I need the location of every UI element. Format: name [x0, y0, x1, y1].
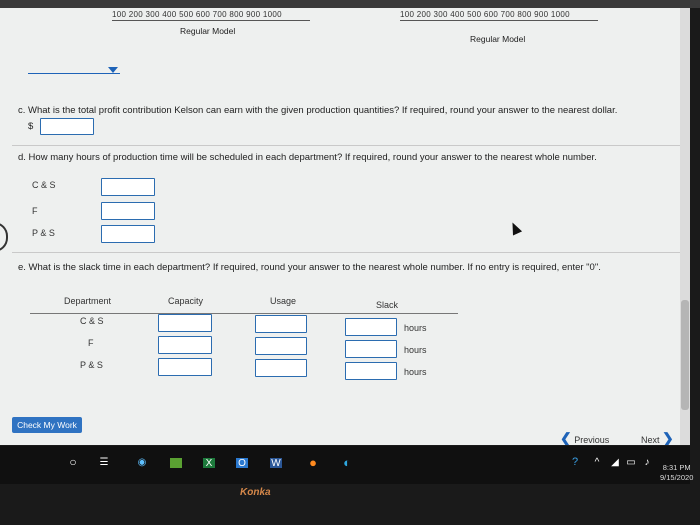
- next-button[interactable]: Next ❯: [641, 430, 674, 445]
- answer-dropdown[interactable]: [28, 73, 120, 74]
- hours-input-ps[interactable]: [101, 225, 155, 243]
- previous-label: Previous: [574, 435, 610, 445]
- slack-unit-ps: hours: [404, 367, 427, 377]
- question-c-text: c. What is the total profit contribution…: [18, 105, 618, 116]
- outlook-icon[interactable]: O: [236, 458, 248, 469]
- hours-input-f[interactable]: [101, 202, 155, 220]
- chevron-up-icon[interactable]: ^: [590, 455, 604, 469]
- file-explorer-icon[interactable]: [170, 458, 182, 468]
- usage-input-cs[interactable]: [255, 315, 307, 333]
- slack-row-label-cs: C & S: [80, 316, 104, 326]
- task-view-icon[interactable]: ☰: [97, 455, 111, 469]
- slack-row-label-ps: P & S: [80, 360, 103, 370]
- question-d-text: d. How many hours of production time wil…: [18, 152, 597, 163]
- slack-input-ps[interactable]: [345, 362, 397, 380]
- browser-viewport: 100 200 300 400 500 600 700 800 900 1000…: [0, 0, 690, 445]
- vertical-scrollbar[interactable]: [680, 0, 690, 445]
- mouse-cursor-icon: [507, 220, 523, 236]
- capacity-input-f[interactable]: [158, 336, 212, 354]
- word-icon[interactable]: W: [270, 458, 282, 469]
- excel-icon[interactable]: X: [203, 458, 215, 469]
- hours-row-label-ps: P & S: [32, 228, 55, 238]
- chrome-icon[interactable]: ◉: [135, 455, 149, 469]
- chart-axis-label-right: Regular Model: [470, 34, 526, 44]
- capacity-input-ps[interactable]: [158, 358, 212, 376]
- scrollbar-thumb[interactable]: [681, 300, 689, 410]
- chart-axis-ticks-left: 100 200 300 400 500 600 700 800 900 1000: [112, 10, 282, 19]
- firefox-icon[interactable]: ●: [306, 455, 320, 470]
- hours-row-label-f: F: [32, 206, 38, 216]
- chart-axis-ticks-right: 100 200 300 400 500 600 700 800 900 1000: [400, 10, 570, 19]
- column-header-capacity: Capacity: [168, 296, 204, 306]
- wifi-icon[interactable]: ◢: [608, 455, 622, 469]
- usage-input-f[interactable]: [255, 337, 307, 355]
- table-header-rule: [30, 313, 458, 314]
- question-e-text: e. What is the slack time in each depart…: [18, 262, 601, 273]
- battery-icon[interactable]: ▭: [624, 455, 638, 469]
- collapse-handle[interactable]: [0, 222, 8, 252]
- cortana-search-icon[interactable]: ○: [66, 455, 80, 469]
- edge-icon[interactable]: ◐: [340, 455, 354, 470]
- divider: [12, 145, 682, 146]
- chevron-left-icon: ❮: [560, 430, 572, 445]
- monitor-bezel-top: [0, 0, 700, 8]
- slack-row-label-f: F: [88, 338, 94, 348]
- next-label: Next: [641, 435, 660, 445]
- clock-date: 9/15/2020: [660, 473, 694, 482]
- chart-axis-line-left: [112, 20, 310, 21]
- chevron-down-icon[interactable]: [108, 67, 118, 73]
- previous-button[interactable]: ❮ Previous: [560, 430, 609, 445]
- dollar-prefix: $: [28, 121, 34, 132]
- column-header-department: Department: [64, 296, 112, 306]
- system-clock[interactable]: 8:31 PM 9/15/2020: [660, 463, 693, 483]
- slack-input-cs[interactable]: [345, 318, 397, 336]
- slack-unit-f: hours: [404, 345, 427, 355]
- usage-input-ps[interactable]: [255, 359, 307, 377]
- hours-row-label-cs: C & S: [32, 180, 56, 190]
- clock-time: 8:31 PM: [662, 463, 691, 472]
- column-header-usage: Usage: [270, 296, 297, 306]
- chevron-right-icon: ❯: [662, 430, 674, 445]
- divider: [12, 252, 682, 253]
- capacity-input-cs[interactable]: [158, 314, 212, 332]
- column-header-slack: Slack: [376, 300, 399, 310]
- volume-icon[interactable]: ♪: [640, 455, 654, 469]
- help-icon[interactable]: ?: [568, 455, 582, 469]
- hours-input-cs[interactable]: [101, 178, 155, 196]
- chart-axis-label-left: Regular Model: [180, 26, 236, 36]
- monitor-brand-logo: Konka: [240, 487, 271, 498]
- chart-axis-line-right: [400, 20, 598, 21]
- slack-input-f[interactable]: [345, 340, 397, 358]
- check-my-work-button[interactable]: Check My Work: [12, 417, 82, 433]
- profit-input[interactable]: [40, 118, 94, 135]
- slack-unit-cs: hours: [404, 323, 427, 333]
